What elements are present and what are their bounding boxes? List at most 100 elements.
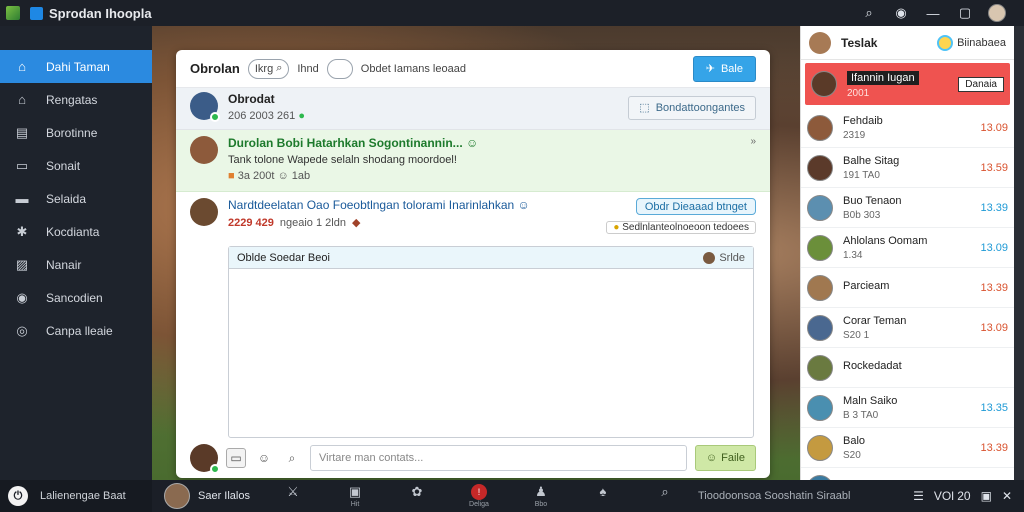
smile-icon: ☺ — [466, 136, 479, 150]
friends-chip[interactable]: Biinabaea — [937, 34, 1006, 51]
reference-pill[interactable]: ● Sedlnlanteolnoeoon tedoees — [606, 221, 756, 234]
composer: ▭ ☺ ⌕ Virtare man contats... ☺ Faile — [176, 438, 770, 478]
bottom-tab-4[interactable]: ♟ Bbo — [522, 484, 560, 508]
sidebar-item-8[interactable]: ◎ Canpa lleaie — [0, 314, 152, 347]
friend-item[interactable]: Fehdaib 2319 13.09 — [801, 108, 1014, 148]
friend-item[interactable]: Saon Botliain Bafa — [801, 468, 1014, 480]
bottom-tab-6[interactable]: ⌕ — [646, 484, 684, 508]
header-subtitle: Obdet Iamans leoaad — [360, 62, 466, 75]
avatar — [807, 274, 833, 301]
sidebar-item-7[interactable]: ◉ Sancodien — [0, 281, 152, 314]
friend-item[interactable]: Rockedadat — [801, 348, 1014, 388]
maximize-icon[interactable]: ▢ — [956, 4, 974, 22]
sidebar-item-0[interactable]: ⌂ Dahi Taman — [0, 50, 152, 83]
expand-icon[interactable]: » — [750, 136, 756, 185]
avatar[interactable] — [190, 198, 218, 226]
friend-item[interactable]: Corar Teman S20 1 13.09 — [801, 308, 1014, 348]
friend-item[interactable]: Maln Saiko B 3 TA0 13.35 — [801, 388, 1014, 428]
send-button[interactable]: ☺ Faile — [694, 445, 756, 471]
chat-title: Obrolan — [190, 61, 240, 76]
image-icon: ▨ — [15, 256, 29, 272]
bottom-tab-3[interactable]: ! Deliga — [460, 484, 498, 508]
follow-button[interactable]: Obdr Dieaaad btnget — [635, 198, 756, 215]
avatar[interactable] — [988, 4, 1006, 22]
sidebar-item-5[interactable]: ✱ Kocdianta — [0, 215, 152, 248]
header-action-label: Bale — [720, 62, 743, 75]
close-icon[interactable]: ✕ — [1002, 489, 1012, 503]
sidebar-item-label: Kocdianta — [46, 224, 100, 239]
gift-icon: ■ — [228, 170, 235, 182]
friend-name: Ifannin Iugan — [847, 70, 919, 85]
sidebar-item-6[interactable]: ▨ Nanair — [0, 248, 152, 281]
compass-icon[interactable]: ◉ — [892, 4, 910, 22]
sidebar-item-1[interactable]: ⌂ Rengatas — [0, 83, 152, 116]
friend-sub: B0b 303 — [843, 209, 881, 221]
friend-value: 13.09 — [980, 121, 1008, 134]
thread-header: Oblde Soedar Beoi Srlde — [229, 247, 753, 269]
search-icon[interactable]: ⌕ — [282, 448, 302, 468]
list-icon[interactable]: ☰ — [913, 489, 924, 503]
sidebar-item-3[interactable]: ▭ Sonait — [0, 149, 152, 182]
thread-right-label[interactable]: Srlde — [719, 252, 745, 264]
header-action-button[interactable]: ✈ Bale — [692, 55, 756, 82]
friends-panel: Teslak Biinabaea Ifannin Iugan 2001 Dana… — [800, 26, 1014, 480]
bottom-tab-5[interactable]: ♠ — [584, 484, 622, 508]
friend-sub: 191 TA0 — [843, 169, 880, 181]
friend-item[interactable]: Buo Tenaon B0b 303 13.39 — [801, 188, 1014, 228]
scrollbar[interactable] — [1014, 26, 1024, 480]
bag-icon: ▣ — [348, 484, 362, 499]
avatar[interactable] — [809, 31, 831, 54]
friend-name: Corar Teman — [843, 314, 907, 327]
friend-value: 13.09 — [980, 321, 1008, 334]
start-icon[interactable]: ⏻ — [8, 486, 28, 506]
friend-value: 13.39 — [980, 281, 1008, 294]
friend-tag[interactable]: Danaia — [958, 76, 1004, 92]
post-action-button[interactable]: ⬚ Bondattoongantes — [628, 95, 756, 120]
friend-item[interactable]: Balhe Sitag 191 TA0 13.59 — [801, 148, 1014, 188]
friend-item[interactable]: Ahlolans Oomam 1.34 13.09 — [801, 228, 1014, 268]
search-pill[interactable]: Ikrg ⌕ — [247, 58, 290, 79]
friend-name: Ahlolans Oomam — [843, 234, 928, 247]
bottom-tab-1[interactable]: ▣ Hit — [336, 484, 374, 508]
friend-alert-item[interactable]: Ifannin Iugan 2001 Danaia — [805, 63, 1010, 105]
friend-sub: 1.34 — [843, 249, 863, 261]
home-icon: ⌂ — [18, 59, 26, 74]
bottom-user[interactable]: Saer Ilalos — [164, 483, 250, 509]
avatar — [807, 394, 833, 421]
window-title: Sprodan Ihoopla — [49, 5, 152, 21]
sidebar-item-2[interactable]: ▤ Borotinne — [0, 116, 152, 149]
attach-icon[interactable]: ▭ — [226, 448, 246, 468]
folder-icon: ▭ — [15, 157, 29, 173]
avatar[interactable] — [190, 136, 218, 164]
bottom-left-label: Lalienengae Baat — [40, 490, 126, 502]
friend-item[interactable]: Parcieam 13.39 — [801, 268, 1014, 308]
friend-name: Rockedadat — [843, 360, 902, 372]
clock: VOl 20 — [933, 489, 971, 503]
sidebar-item-4[interactable]: ▬ Selaida — [0, 182, 152, 215]
avatar[interactable] — [190, 92, 220, 122]
bell-icon: ♠ — [599, 484, 607, 499]
bottom-tab-2[interactable]: ✿ — [398, 484, 436, 508]
window-icon — [30, 6, 43, 20]
friend-name: Buo Tenaon — [843, 194, 902, 207]
gear-icon: ✱ — [16, 223, 28, 239]
magnifier-icon: ⌕ — [276, 62, 283, 74]
bottom-tab-0[interactable]: ⚔ — [274, 484, 312, 508]
bottom-tab-caption: Deliga — [469, 501, 489, 508]
message-input[interactable]: Virtare man contats... — [310, 445, 687, 471]
chat-header: Obrolan Ikrg ⌕ Ihnd Obdet Iamans leoaad ✈… — [176, 50, 770, 88]
search-icon[interactable]: ⌕ — [860, 4, 878, 22]
sidebar-item-label: Nanair — [46, 257, 82, 272]
user-icon: ♟ — [535, 484, 547, 499]
emoji-icon[interactable]: ☺ — [254, 448, 274, 468]
friend-item[interactable]: Balo S20 13.39 — [801, 428, 1014, 468]
fullscreen-icon[interactable]: ▣ — [981, 489, 992, 503]
filter-pill[interactable] — [326, 58, 353, 79]
minimize-icon[interactable]: — — [924, 4, 942, 22]
thread-title: Oblde Soedar Beoi — [237, 251, 330, 264]
friend-name: Balo — [843, 434, 866, 447]
online-status-icon — [210, 112, 220, 122]
avatar — [807, 194, 833, 221]
sidebar-item-label: Selaida — [46, 191, 87, 206]
friends-header: Teslak Biinabaea — [801, 26, 1014, 60]
